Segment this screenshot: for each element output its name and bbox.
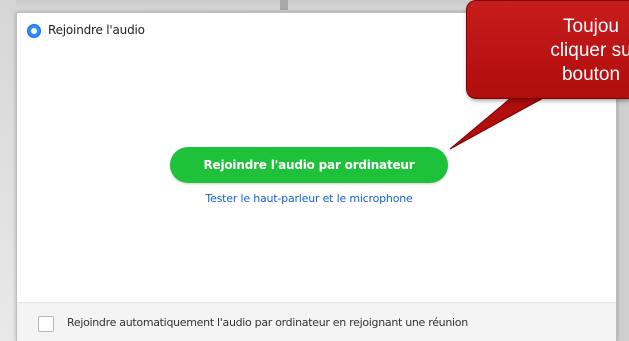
auto-join-audio-checkbox[interactable] <box>38 316 54 332</box>
dialog-title: Rejoindre l'audio <box>48 23 145 37</box>
callout-line-3: bouton <box>561 64 621 85</box>
test-speaker-microphone-link[interactable]: Tester le haut-parleur et le microphone <box>170 192 448 205</box>
instruction-callout: Toujou cliquer su bouton <box>466 0 629 99</box>
slide-background-divider <box>280 0 288 10</box>
auto-join-audio-label[interactable]: Rejoindre automatiquement l'audio par or… <box>67 316 468 329</box>
slide-background-left <box>0 0 16 341</box>
callout-line-2: cliquer su <box>550 40 629 61</box>
callout-line-1: Toujou <box>563 16 619 37</box>
join-computer-audio-button[interactable]: Rejoindre l'audio par ordinateur <box>170 147 448 183</box>
dialog-footer: Rejoindre automatiquement l'audio par or… <box>17 302 616 341</box>
callout-text: Toujou cliquer su bouton <box>491 15 629 87</box>
zoom-logo-icon <box>27 24 41 38</box>
